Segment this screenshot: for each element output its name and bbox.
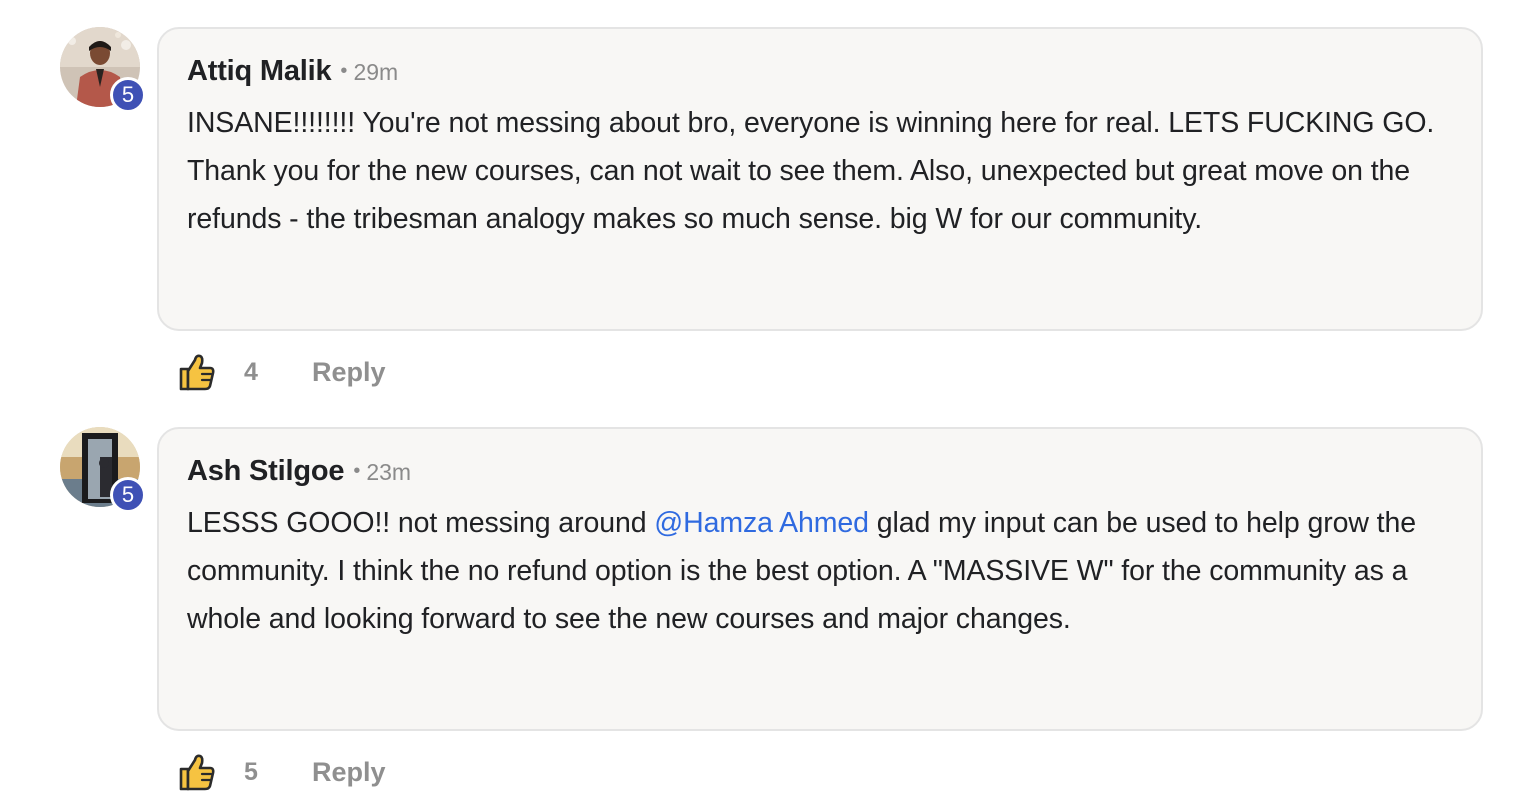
comment-actions: 5 Reply [178, 750, 386, 794]
reply-button[interactable]: Reply [312, 757, 386, 788]
avatar[interactable]: 5 [60, 427, 146, 513]
level-badge: 5 [110, 477, 146, 513]
comment-bubble: Attiq Malik • 29m INSANE!!!!!!!! You're … [157, 27, 1483, 331]
author-name[interactable]: Ash Stilgoe [187, 455, 345, 488]
like-count: 5 [244, 757, 258, 786]
comment-header: Attiq Malik • 29m [187, 55, 1453, 97]
level-badge: 5 [110, 77, 146, 113]
thumbs-up-icon[interactable] [178, 352, 216, 392]
timestamp[interactable]: 23m [366, 459, 411, 486]
comment-text: INSANE!!!!!!!! You're not messing about … [187, 107, 1435, 235]
like-count: 4 [244, 357, 258, 386]
timestamp[interactable]: 29m [353, 59, 398, 86]
author-name[interactable]: Attiq Malik [187, 55, 332, 88]
avatar[interactable]: 5 [60, 27, 146, 113]
comment-bubble: Ash Stilgoe • 23m LESSS GOOO!! not messi… [157, 427, 1483, 731]
comment-actions: 4 Reply [178, 350, 386, 394]
separator-dot: • [340, 60, 348, 82]
user-mention[interactable]: @Hamza Ahmed [654, 507, 869, 539]
thumbs-up-icon[interactable] [178, 752, 216, 792]
comment-text-part: LESSS GOOO!! not messing around [187, 507, 655, 539]
reply-button[interactable]: Reply [312, 357, 386, 388]
separator-dot: • [353, 460, 361, 482]
comment-header: Ash Stilgoe • 23m [187, 455, 1453, 497]
comment-text: LESSS GOOO!! not messing around @Hamza A… [187, 499, 1453, 643]
